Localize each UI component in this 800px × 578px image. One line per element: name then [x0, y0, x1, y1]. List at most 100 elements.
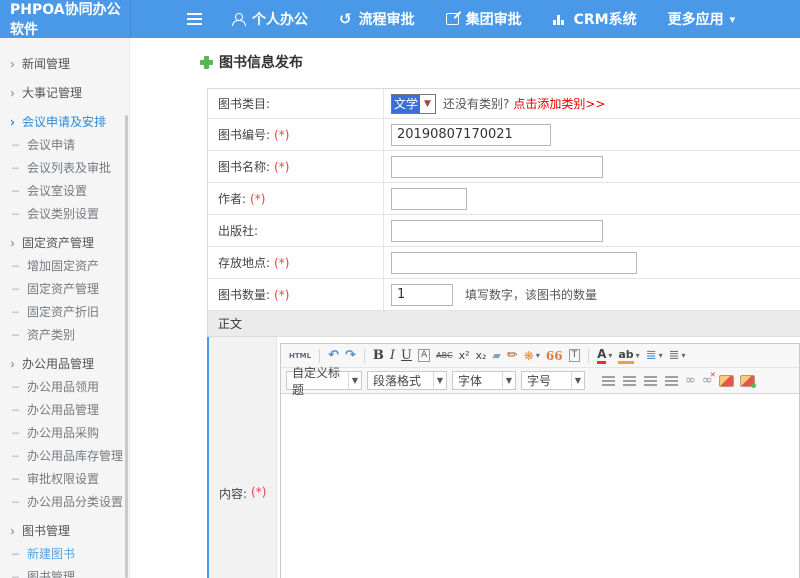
sidebar-item-会议类别设置[interactable]: —会议类别设置 [0, 202, 129, 225]
chevron-right-icon: › [10, 356, 15, 371]
paste-text-button[interactable]: T [569, 349, 581, 362]
highlight-color-button[interactable]: ab▾ [618, 347, 639, 365]
sidebar-item-资产类别[interactable]: —资产类别 [0, 323, 129, 346]
sidebar-item-图书管理[interactable]: ›图书管理 [0, 519, 129, 542]
subscript-button[interactable]: x₂ [475, 347, 486, 365]
top-nav-item-more-apps[interactable]: 更多应用▾ [668, 9, 736, 29]
sidebar-item-新建图书[interactable]: —新建图书 [0, 542, 129, 565]
main-content: 图书信息发布 图书类目: 文学 ▼ 还没有类别? 点击添加类别>> 图书编号: … [130, 38, 800, 578]
sidebar-item-大事记管理[interactable]: ›大事记管理 [0, 81, 129, 104]
sidebar-item-办公用品分类设置[interactable]: —办公用品分类设置 [0, 490, 129, 513]
location-input[interactable] [391, 252, 637, 274]
top-nav-item-personal-office[interactable]: 个人办公 [232, 9, 308, 29]
add-category-link[interactable]: 点击添加类别>> [513, 95, 605, 112]
redo-button[interactable]: ↷ [345, 347, 356, 365]
insert-image-button[interactable] [719, 375, 734, 387]
paragraph-format-select[interactable]: 段落格式▼ [367, 371, 447, 390]
sidebar-item-增加固定资产[interactable]: —增加固定资产 [0, 254, 129, 277]
sidebar-item-审批权限设置[interactable]: —审批权限设置 [0, 467, 129, 490]
format-painter-button[interactable]: ❋▾ [524, 347, 540, 365]
sidebar-item-图书管理[interactable]: —图书管理 [0, 565, 129, 578]
sidebar-item-办公用品采购[interactable]: —办公用品采购 [0, 421, 129, 444]
top-nav-item-crm-system[interactable]: CRM系统 [553, 9, 637, 29]
remove-link-button[interactable]: ∞ [702, 373, 713, 388]
sidebar-item-固定资产管理[interactable]: —固定资产管理 [0, 277, 129, 300]
required-mark: (*) [274, 288, 289, 302]
dash-icon: — [12, 570, 20, 578]
chevron-right-icon: › [10, 523, 15, 538]
source-code-button[interactable]: HTML [289, 347, 311, 365]
font-size-select[interactable]: 字号▼ [521, 371, 585, 390]
font-color-button[interactable]: A▾ [597, 347, 612, 365]
insert-link-button[interactable]: ∞ [685, 373, 696, 388]
underline-button[interactable]: U [401, 347, 412, 365]
form-row-publisher: 出版社: [207, 215, 800, 247]
book-number-input[interactable] [391, 124, 551, 146]
blockquote-button[interactable]: 66 [546, 347, 563, 365]
ordered-list-button[interactable]: ≣▾ [646, 347, 663, 365]
sidebar-menu: ›新闻管理 ›大事记管理 ›会议申请及安排—会议申请—会议列表及审批—会议室设置—会… [0, 38, 130, 578]
editor-toolbar-row1: HTML ↶ ↷ BIUA ABC x² x₂ ▰ ✏ ❋▾ 66 T A▾ ab▾ ≣▾ ≣▾ [281, 344, 799, 368]
author-input[interactable] [391, 188, 467, 210]
top-nav-item-process-approval[interactable]: ↺流程审批 [339, 9, 415, 29]
superscript-icon: x² [459, 347, 470, 365]
chevron-right-icon: › [10, 85, 15, 100]
book-category-select[interactable]: 文学 ▼ [391, 94, 436, 114]
sidebar-item-label: 固定资产折旧 [27, 303, 99, 320]
sidebar-item-固定资产管理[interactable]: ›固定资产管理 [0, 231, 129, 254]
sidebar-item-办公用品库存管理[interactable]: —办公用品库存管理 [0, 444, 129, 467]
caret-down-icon: ▾ [608, 347, 612, 365]
hamburger-menu-button[interactable] [184, 18, 204, 20]
sidebar-item-会议室设置[interactable]: —会议室设置 [0, 179, 129, 202]
label-text: 出版社: [218, 222, 258, 239]
caret-down-icon: ▼ [502, 372, 515, 389]
sidebar-item-会议列表及审批[interactable]: —会议列表及审批 [0, 156, 129, 179]
top-nav-label: 集团审批 [466, 9, 522, 29]
chevron-right-icon: › [10, 56, 15, 71]
book-name-input[interactable] [391, 156, 603, 178]
custom-title-select[interactable]: 自定义标题▼ [286, 371, 362, 390]
sidebar-item-新闻管理[interactable]: ›新闻管理 [0, 52, 129, 75]
sidebar-item-办公用品管理[interactable]: ›办公用品管理 [0, 352, 129, 375]
autotypeset-button[interactable]: A [418, 349, 430, 362]
dash-icon: — [12, 184, 20, 197]
clean-brush-button[interactable]: ✏ [507, 347, 518, 365]
sidebar-item-label: 资产类别 [27, 326, 75, 343]
superscript-button[interactable]: x² [459, 347, 470, 365]
sidebar-item-label: 办公用品分类设置 [27, 493, 123, 510]
strikethrough-button[interactable]: ABC [436, 347, 452, 365]
quantity-input[interactable] [391, 284, 453, 306]
toolbar-separator [364, 349, 365, 363]
top-nav-item-group-approval[interactable]: 集团审批 [446, 9, 522, 29]
italic-button[interactable]: I [390, 347, 395, 365]
sidebar-scrollbar[interactable] [125, 115, 128, 578]
unordered-list-button[interactable]: ≣▾ [669, 347, 686, 365]
sidebar-item-办公用品领用[interactable]: —办公用品领用 [0, 375, 129, 398]
strikethrough-icon: ABC [436, 347, 452, 365]
underline-icon: U [401, 347, 412, 365]
bold-button[interactable]: B [373, 347, 384, 365]
sidebar-item-label: 办公用品库存管理 [27, 447, 123, 464]
label-text: 图书编号: [218, 126, 270, 143]
eraser-button[interactable]: ▰ [492, 347, 500, 365]
sidebar-item-会议申请及安排[interactable]: ›会议申请及安排 [0, 110, 129, 133]
undo-button[interactable]: ↶ [328, 347, 339, 365]
sidebar-item-会议申请[interactable]: —会议申请 [0, 133, 129, 156]
font-family-select[interactable]: 字体▼ [452, 371, 516, 390]
sidebar-item-固定资产折旧[interactable]: —固定资产折旧 [0, 300, 129, 323]
align-center-button[interactable] [623, 376, 636, 386]
eraser-icon: ▰ [492, 347, 500, 365]
label-text: 图书类目: [218, 95, 270, 112]
align-right-button[interactable] [644, 376, 657, 386]
upload-image-button[interactable] [740, 375, 755, 387]
form-row-quantity: 图书数量: (*) 填写数字，该图书的数量 [207, 279, 800, 311]
align-left-button[interactable] [602, 376, 615, 386]
align-justify-button[interactable] [665, 376, 678, 386]
publisher-input[interactable] [391, 220, 603, 242]
label-text: 存放地点: [218, 254, 270, 271]
label-text: 图书数量: [218, 286, 270, 303]
bold-icon: B [373, 347, 384, 365]
sidebar-item-办公用品管理[interactable]: —办公用品管理 [0, 398, 129, 421]
editor-content-area[interactable] [281, 394, 799, 578]
bar-chart-icon [553, 14, 567, 25]
